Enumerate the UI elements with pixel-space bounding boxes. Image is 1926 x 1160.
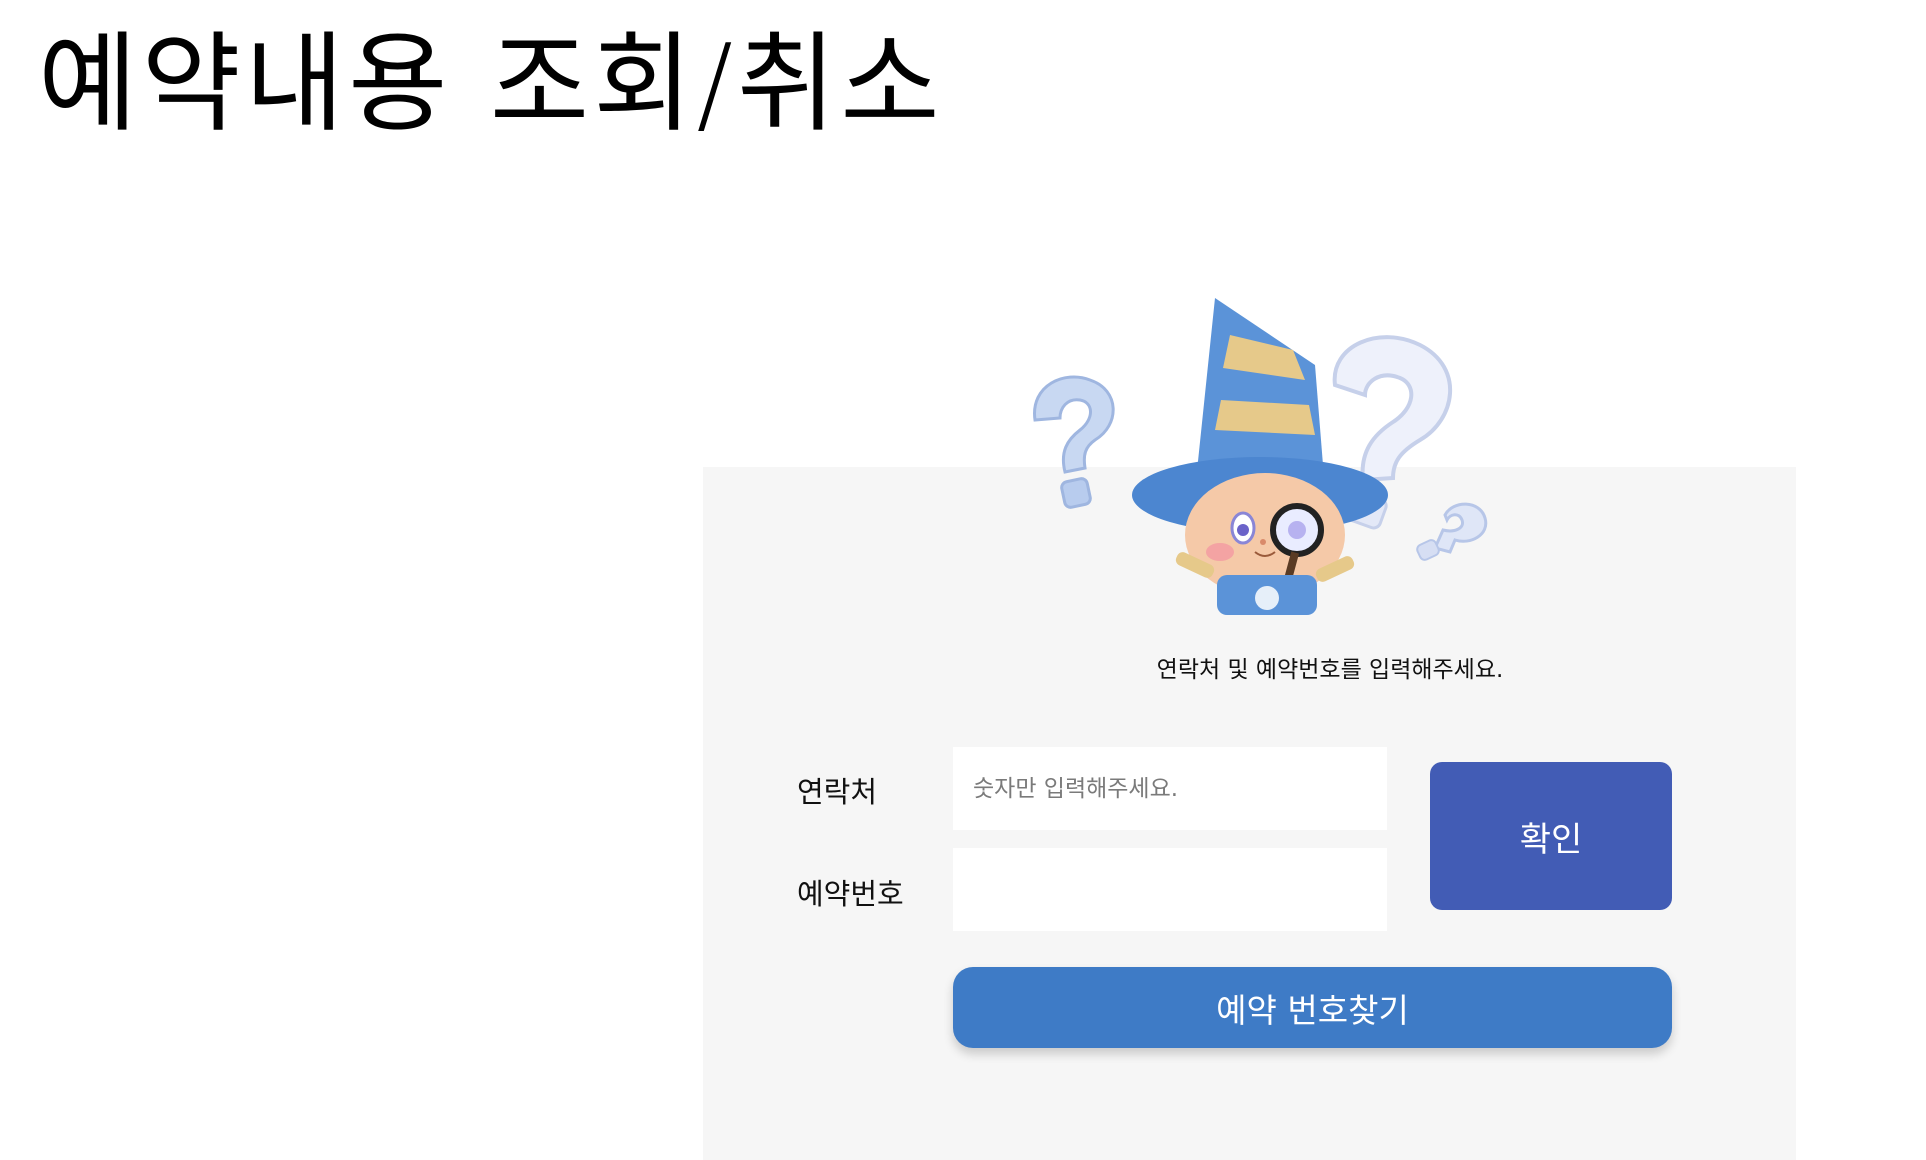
contact-label: 연락처	[797, 775, 878, 809]
wizard-mascot-icon	[1033, 298, 1488, 615]
find-reservation-number-button[interactable]: 예약 번호찾기	[953, 967, 1672, 1048]
page: 예약내용 조회/취소 연락처 및 예약번호를 입력해주세요. 연락처 숫자만 입…	[0, 0, 1926, 1160]
form-instruction: 연락처 및 예약번호를 입력해주세요.	[1156, 657, 1504, 683]
question-mark-left-icon	[1033, 375, 1115, 509]
confirm-button[interactable]: 확인	[1430, 762, 1672, 910]
reservation-number-label: 예약번호	[797, 877, 904, 911]
contact-input[interactable]	[953, 747, 1387, 830]
page-title: 예약내용 조회/취소	[38, 22, 944, 147]
reservation-number-input[interactable]	[953, 848, 1387, 931]
question-mark-small-icon	[1416, 502, 1488, 561]
